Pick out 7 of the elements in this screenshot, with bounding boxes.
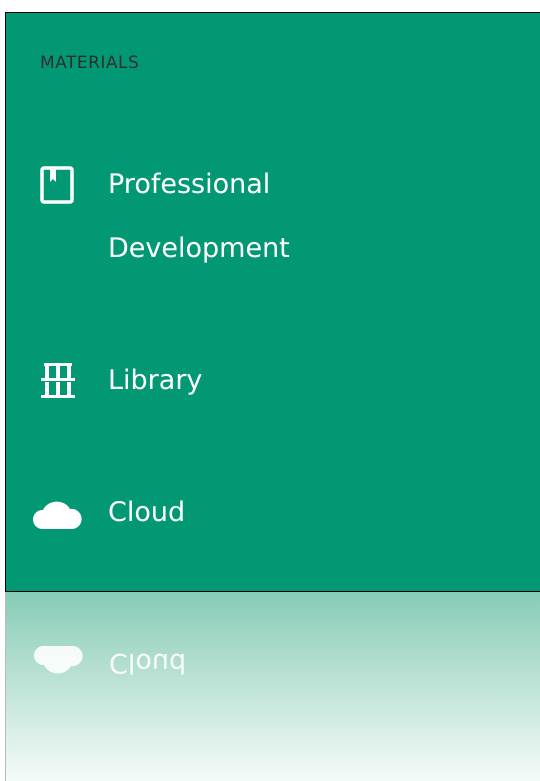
reflected-label: Cloud [109, 646, 188, 680]
bookshelf-icon [40, 362, 76, 400]
sidebar-item[interactable]: Professional Development [108, 153, 358, 281]
book-icon [40, 166, 74, 204]
sidebar-item[interactable]: Cloud [108, 481, 358, 545]
sidebar-item[interactable]: Library [108, 349, 358, 413]
section-heading: MATERIALS [40, 52, 140, 75]
